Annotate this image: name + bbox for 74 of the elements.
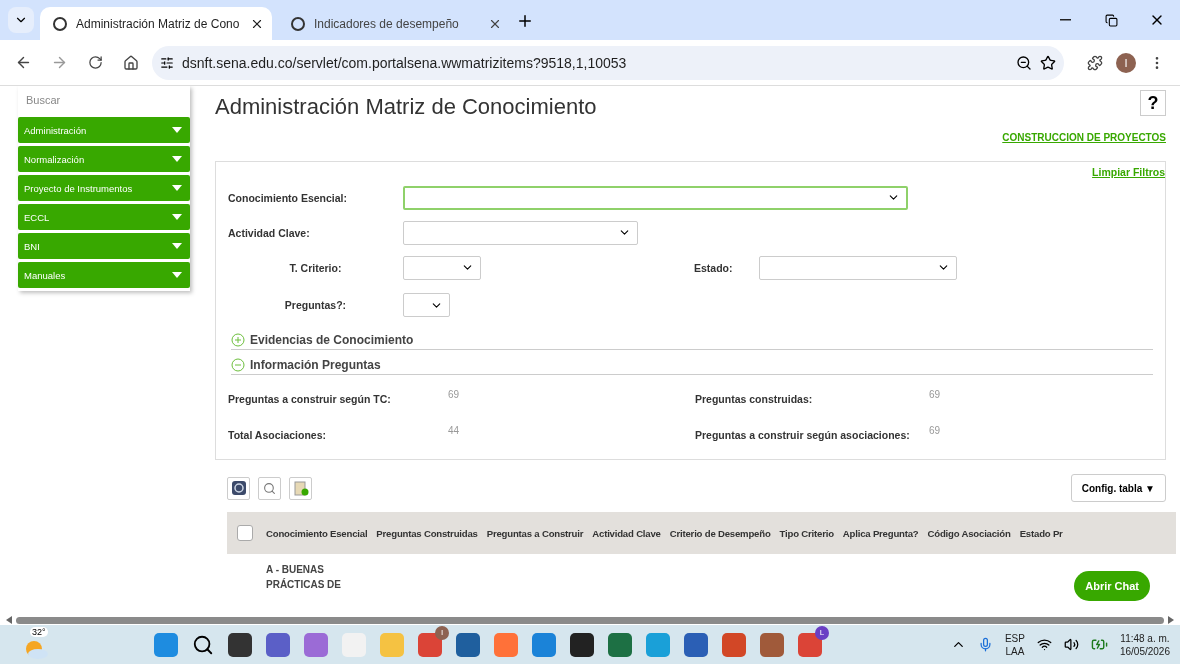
- field-label: T. Criterio:: [288, 261, 343, 274]
- zoom-out-icon[interactable]: [1016, 54, 1032, 71]
- clipboard-check-button[interactable]: [289, 476, 312, 500]
- section-header[interactable]: Información Preguntas: [231, 358, 1153, 375]
- profile-badge: I: [435, 625, 449, 640]
- puzzle-icon: [1087, 54, 1103, 71]
- microphone-icon[interactable]: [977, 637, 993, 652]
- column-header[interactable]: Conocimiento Esencial: [266, 527, 368, 539]
- tab-list-button[interactable]: [8, 7, 34, 33]
- search-icon: [263, 481, 276, 495]
- stat-label: Preguntas construidas:: [695, 393, 814, 405]
- browser-tab[interactable]: Administración Matriz de Cono: [40, 7, 272, 40]
- select-field[interactable]: [403, 255, 481, 280]
- search-button[interactable]: [258, 476, 281, 500]
- minimize-icon: [1059, 19, 1071, 21]
- site-settings-icon[interactable]: [160, 55, 174, 70]
- caret-icon: [172, 272, 182, 278]
- stat-label: Preguntas a construir según TC:: [228, 393, 392, 405]
- caret-icon: [172, 156, 182, 162]
- select-field[interactable]: [403, 185, 908, 210]
- scrollbar-thumb[interactable]: [16, 616, 1164, 624]
- column-header[interactable]: Preguntas Construidas: [376, 527, 478, 539]
- stat-value: 69: [929, 389, 942, 402]
- new-tab-icon[interactable]: [516, 12, 534, 30]
- scroll-right-icon[interactable]: [1168, 616, 1174, 624]
- section-header[interactable]: Evidencias de Conocimiento: [231, 333, 1153, 350]
- field-label: Preguntas?:: [283, 299, 348, 311]
- help-button[interactable]: ?: [1140, 90, 1166, 116]
- field-label: Actividad Clave:: [228, 226, 311, 239]
- clipboard-check-icon: [292, 480, 309, 496]
- column-header[interactable]: Criterio de Desempeño: [669, 527, 771, 539]
- caret-icon: [172, 127, 182, 133]
- stat-label: Total Asociaciones:: [228, 429, 328, 441]
- gear-tool-button[interactable]: [227, 476, 250, 500]
- select-all-checkbox[interactable]: [237, 525, 253, 541]
- select-field[interactable]: [403, 220, 638, 245]
- column-header[interactable]: Tipo Criterio: [779, 527, 834, 539]
- reload-icon: [87, 55, 103, 70]
- page-title: Administración Matriz de Conocimiento: [215, 94, 597, 120]
- search-icon[interactable]: [192, 633, 214, 656]
- caret-icon: [172, 185, 182, 191]
- scroll-left-icon[interactable]: [6, 616, 12, 624]
- column-header[interactable]: Preguntas a Construir: [486, 527, 584, 539]
- profile-badge: L: [815, 625, 829, 640]
- column-header[interactable]: Estado Pr: [1019, 527, 1063, 539]
- plus-circle-icon: [231, 333, 245, 347]
- bookmark-star-icon[interactable]: [1040, 54, 1056, 71]
- language-indicator[interactable]: ESP LAA: [1004, 631, 1025, 658]
- column-header[interactable]: Código Asociación: [927, 527, 1011, 539]
- wifi-icon[interactable]: [1036, 637, 1052, 652]
- select-field[interactable]: [403, 293, 450, 317]
- home-icon: [123, 54, 139, 71]
- weather-widget[interactable]: 32°: [24, 630, 54, 659]
- caret-icon: [172, 243, 182, 249]
- column-header[interactable]: Aplica Pregunta?: [842, 527, 919, 539]
- stat-value: 44: [448, 425, 461, 438]
- volume-icon[interactable]: [1063, 637, 1079, 652]
- field-label: Estado:: [694, 261, 734, 274]
- address-bar[interactable]: dsnft.sena.edu.co/servlet/com.portalsena.wwmatrizitems?9518,1,10053: [152, 45, 1064, 80]
- profile-avatar[interactable]: I: [1116, 52, 1136, 73]
- table-cell-text: A - BUENAS PRÁCTICAS DE: [266, 563, 342, 592]
- stat-label: Preguntas a construir según asociaciones:: [695, 429, 911, 441]
- field-label: Conocimiento Esencial:: [228, 191, 349, 204]
- caret-icon: [172, 214, 182, 220]
- search-field[interactable]: Buscar: [18, 86, 190, 114]
- stat-value: 69: [448, 389, 461, 402]
- minus-circle-icon: [231, 358, 245, 372]
- clock[interactable]: 11:48 a. m. 16/05/2026: [1119, 631, 1170, 658]
- column-header[interactable]: Actividad Clave: [592, 527, 661, 539]
- restore-icon: [1104, 13, 1118, 27]
- select-field[interactable]: [759, 255, 957, 280]
- browser-tab[interactable]: Indicadores de desempeño: [278, 7, 510, 40]
- stat-value: 69: [929, 425, 942, 438]
- table-config-button[interactable]: Config. tabla ▼: [1070, 474, 1166, 502]
